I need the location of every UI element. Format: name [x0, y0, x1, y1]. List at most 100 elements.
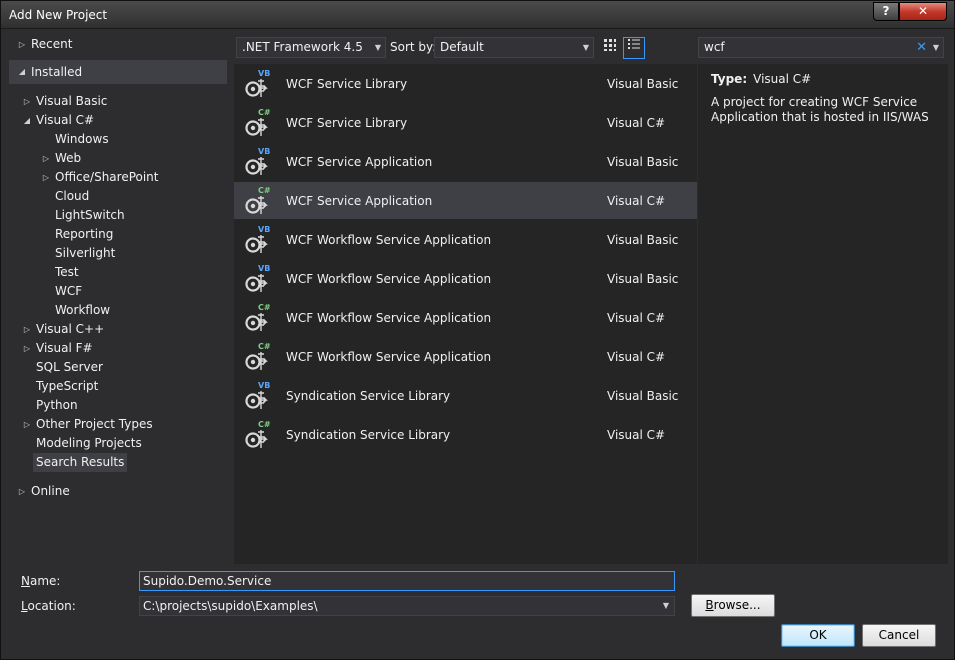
- project-template-name: WCF Service Application: [286, 194, 433, 208]
- expand-arrow-icon[interactable]: ▷: [22, 415, 32, 434]
- project-template-name: WCF Workflow Service Application: [286, 350, 492, 364]
- project-template-language: Visual Basic: [607, 155, 679, 169]
- project-template-language: Visual C#: [607, 311, 666, 325]
- cancel-button[interactable]: Cancel: [862, 624, 936, 647]
- chevron-down-icon: ▼: [582, 43, 589, 52]
- language-badge: VB: [258, 147, 271, 156]
- tree-item[interactable]: Cloud: [55, 187, 89, 206]
- project-template-name: Syndication Service Library: [286, 389, 451, 403]
- wcf-service-icon: VB: [244, 69, 272, 99]
- clear-search-icon[interactable]: ✕: [916, 38, 927, 57]
- chevron-down-icon: ▼: [662, 601, 669, 610]
- wcf-service-icon: VB: [244, 264, 272, 294]
- wcf-service-icon: C#: [244, 303, 272, 333]
- project-template-name: WCF Workflow Service Application: [286, 311, 492, 325]
- project-template-language: Visual C#: [607, 428, 666, 442]
- expand-arrow-icon[interactable]: ▷: [17, 482, 27, 501]
- expand-arrow-icon[interactable]: ▷: [17, 35, 27, 54]
- project-template-row[interactable]: VB WCF Service Application Visual Basic: [234, 143, 697, 180]
- language-badge: C#: [258, 420, 271, 429]
- search-input[interactable]: wcf ✕ ▼: [698, 37, 944, 58]
- browse-button[interactable]: Browse...: [691, 594, 775, 617]
- expand-arrow-icon[interactable]: ▷: [41, 168, 51, 187]
- expand-arrow-icon[interactable]: ▷: [41, 149, 51, 168]
- small-icons-view-button[interactable]: [599, 37, 621, 59]
- template-toolbar: .NET Framework 4.5 ▼ Sort by: Default ▼: [234, 37, 696, 59]
- wcf-service-icon: C#: [244, 342, 272, 372]
- add-new-project-dialog: Add New Project ? ✕ ▷ Recent ◢ Installed…: [0, 0, 955, 660]
- wcf-service-icon: C#: [244, 420, 272, 450]
- wcf-service-icon: VB: [244, 381, 272, 411]
- tree-item-installed[interactable]: ◢ Installed: [9, 60, 227, 84]
- tree-item[interactable]: SQL Server: [36, 358, 103, 377]
- project-template-row[interactable]: VB WCF Service Library Visual Basic: [234, 65, 697, 102]
- tree-item[interactable]: Reporting: [55, 225, 113, 244]
- project-template-language: Visual Basic: [607, 389, 679, 403]
- tree-item[interactable]: WCF: [55, 282, 82, 301]
- project-template-row[interactable]: VB WCF Workflow Service Application Visual…: [234, 260, 697, 297]
- project-template-language: Visual C#: [607, 194, 666, 208]
- tree-item[interactable]: LightSwitch: [55, 206, 125, 225]
- expand-arrow-icon[interactable]: ▷: [22, 320, 32, 339]
- location-select[interactable]: C:\projects\supido\Examples\ ▼: [139, 596, 675, 616]
- language-badge: VB: [258, 381, 271, 390]
- template-description: Type: Visual C# A project for creating WC…: [698, 64, 948, 564]
- tree-item[interactable]: Windows: [55, 130, 109, 149]
- project-template-row[interactable]: VB WCF Workflow Service Application Visual…: [234, 221, 697, 258]
- project-template-row[interactable]: VB Syndication Service Library Visual Basi…: [234, 377, 697, 414]
- project-template-row[interactable]: C# WCF Workflow Service Application Visual…: [234, 338, 697, 375]
- template-tree: ▷ Recent ◢ Installed ▷ Visual Basic ◢ Visua…: [9, 33, 229, 563]
- project-template-name: WCF Service Application: [286, 155, 433, 169]
- project-template-row[interactable]: C# WCF Workflow Service Application Visual…: [234, 299, 697, 336]
- tree-item[interactable]: Test: [55, 263, 79, 282]
- language-badge: VB: [258, 69, 271, 78]
- tree-item[interactable]: Workflow: [55, 301, 110, 320]
- project-template-list: VB WCF Service Library Visual Basic C# WCF S…: [234, 64, 697, 564]
- grid-icon: [604, 39, 616, 51]
- tree-item[interactable]: Python: [36, 396, 78, 415]
- name-label: Name:: [21, 574, 61, 588]
- project-template-language: Visual Basic: [607, 77, 679, 91]
- tree-item[interactable]: ▷ Office/SharePoint: [43, 168, 159, 187]
- project-template-row[interactable]: C# Syndication Service Library Visual C#: [234, 416, 697, 453]
- help-button[interactable]: ?: [873, 2, 899, 21]
- expand-arrow-icon[interactable]: ◢: [22, 111, 32, 130]
- tree-item[interactable]: Modeling Projects: [36, 434, 142, 453]
- tree-item[interactable]: TypeScript: [36, 377, 98, 396]
- project-template-language: Visual Basic: [607, 233, 679, 247]
- tree-item-recent[interactable]: ▷ Recent: [19, 35, 73, 54]
- project-template-name: WCF Workflow Service Application: [286, 272, 492, 286]
- list-view-button[interactable]: [623, 37, 645, 59]
- wcf-service-icon: VB: [244, 147, 272, 177]
- collapse-arrow-icon[interactable]: ◢: [17, 60, 27, 84]
- project-name-input[interactable]: Supido.Demo.Service: [139, 571, 675, 591]
- tree-item[interactable]: ▷ Visual Basic: [24, 92, 108, 111]
- ok-button[interactable]: OK: [781, 624, 855, 647]
- wcf-service-icon: C#: [244, 108, 272, 138]
- tree-item[interactable]: ▷ Other Project Types: [24, 415, 153, 434]
- tree-item[interactable]: Search Results: [33, 453, 128, 472]
- tree-item[interactable]: Silverlight: [55, 244, 115, 263]
- wcf-service-icon: C#: [244, 186, 272, 216]
- expand-arrow-icon[interactable]: ▷: [22, 92, 32, 111]
- project-template-name: WCF Workflow Service Application: [286, 233, 492, 247]
- sort-by-label: Sort by:: [390, 40, 437, 54]
- tree-item[interactable]: ▷ Visual C++: [24, 320, 104, 339]
- language-badge: VB: [258, 264, 271, 273]
- chevron-down-icon[interactable]: ▼: [933, 38, 939, 57]
- close-button[interactable]: ✕: [899, 2, 947, 21]
- tree-item[interactable]: ▷ Web: [43, 149, 81, 168]
- tree-item-online[interactable]: ▷ Online: [19, 482, 70, 501]
- tree-item[interactable]: ◢ Visual C#: [24, 111, 94, 130]
- sort-select[interactable]: Default ▼: [434, 37, 594, 58]
- language-badge: VB: [258, 225, 271, 234]
- language-badge: C#: [258, 108, 271, 117]
- language-badge: C#: [258, 303, 271, 312]
- title-bar: Add New Project ? ✕: [1, 1, 954, 29]
- framework-select[interactable]: .NET Framework 4.5 ▼: [236, 37, 386, 58]
- expand-arrow-icon[interactable]: ▷: [22, 339, 32, 358]
- project-template-row[interactable]: C# WCF Service Application Visual C#: [234, 182, 697, 219]
- tree-item[interactable]: ▷ Visual F#: [24, 339, 93, 358]
- window-title: Add New Project: [9, 8, 108, 22]
- project-template-row[interactable]: C# WCF Service Library Visual C#: [234, 104, 697, 141]
